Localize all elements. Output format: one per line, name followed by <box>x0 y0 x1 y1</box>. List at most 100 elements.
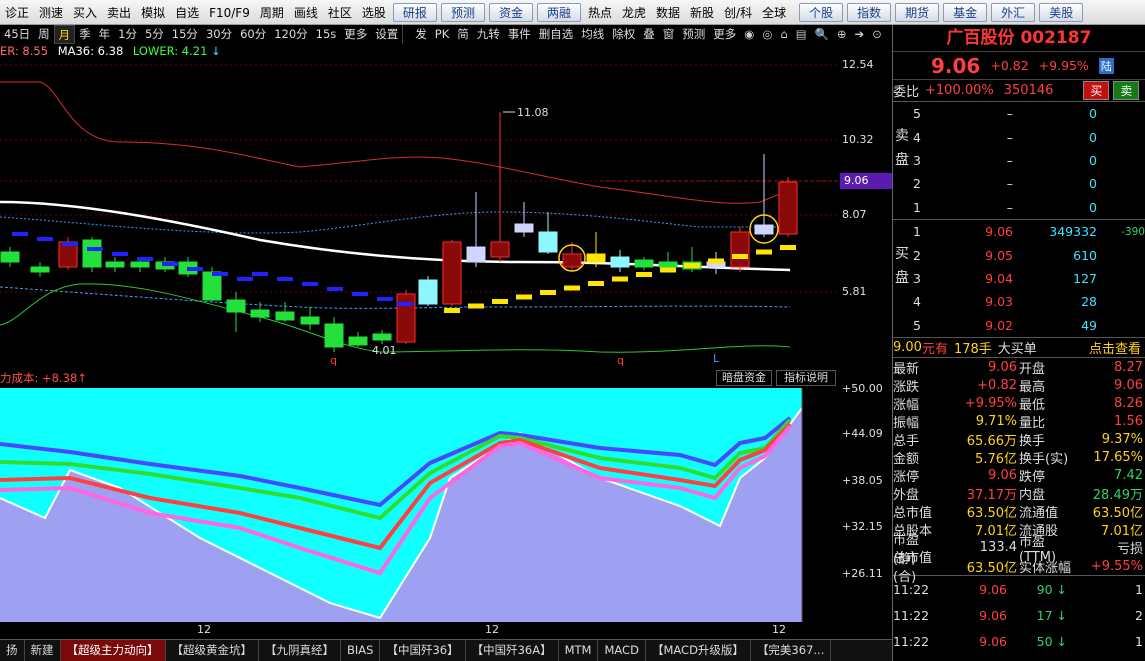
chart-tool[interactable]: 窗 <box>659 25 679 44</box>
indicator-tab[interactable]: 新建 <box>25 640 61 661</box>
menu-item[interactable]: 周期 <box>255 0 289 25</box>
menu-item[interactable]: 模拟 <box>136 0 170 25</box>
indicator-tab[interactable]: 【完美367... <box>751 640 832 661</box>
period-tab[interactable]: 设置 <box>371 25 402 44</box>
menu-item[interactable]: 新股 <box>685 0 719 25</box>
period-tab[interactable]: 1分 <box>114 25 141 44</box>
support-marker <box>327 287 343 291</box>
sell-button[interactable]: 卖 <box>1113 81 1140 100</box>
book-price: 9.02 <box>985 317 1013 333</box>
menu-item[interactable]: 热点 <box>583 0 617 25</box>
period-tab[interactable]: 15分 <box>168 25 202 44</box>
dark-pool-button[interactable]: 暗盘资金 <box>716 370 772 386</box>
market-button[interactable]: 指数 <box>847 2 892 22</box>
period-tab[interactable]: 30分 <box>202 25 236 44</box>
indicator-tab[interactable]: 扬 <box>0 640 25 661</box>
period-tab[interactable]: 更多 <box>340 25 371 44</box>
menu-button[interactable]: 研报 <box>392 2 437 22</box>
menu-icon[interactable]: ▤ <box>792 25 811 44</box>
buy-button[interactable]: 买 <box>1083 81 1110 100</box>
menu-button[interactable]: 两融 <box>536 2 581 22</box>
tick-row: 11:22 9.06 17 ↓ 2 <box>893 602 1145 628</box>
indicator-help-button[interactable]: 指标说明 <box>776 370 836 386</box>
candle-body <box>778 181 798 235</box>
chart-tool[interactable]: PK <box>431 25 453 44</box>
indicator-tab[interactable]: MTM <box>559 640 599 661</box>
support-marker <box>377 297 393 301</box>
indicator-tab[interactable]: 【超级主力动向】 <box>60 640 166 661</box>
menu-item[interactable]: 社区 <box>323 0 357 25</box>
support-marker <box>12 232 28 236</box>
close-icon[interactable]: ⊙ <box>868 25 886 44</box>
period-tab[interactable]: 年 <box>95 25 115 44</box>
candle-body <box>105 261 125 268</box>
book-side-label: 买盘 <box>895 242 909 290</box>
chart-tool[interactable]: 事件 <box>504 25 535 44</box>
plus-icon[interactable]: ⊕ <box>833 25 851 44</box>
chart-tool[interactable]: 均线 <box>577 25 608 44</box>
chart-tool[interactable]: 删自选 <box>535 25 578 44</box>
menu-item[interactable]: 买入 <box>68 0 102 25</box>
indicator-tab[interactable]: 【MACD升级版】 <box>646 640 751 661</box>
indicator-tab[interactable]: BIAS <box>341 640 381 661</box>
menu-button[interactable]: 资金 <box>488 2 533 22</box>
chart-tool[interactable]: 预测 <box>678 25 709 44</box>
menu-item[interactable]: 诊正 <box>0 0 34 25</box>
menu-item[interactable]: 数据 <box>651 0 685 25</box>
market-button[interactable]: 期货 <box>895 2 940 22</box>
search-icon[interactable]: 🔍 <box>811 25 833 44</box>
book-side-char: 盘 <box>895 152 909 168</box>
home-icon[interactable]: ⌂ <box>776 25 791 44</box>
tick-row: 11:22 9.06 50 ↓ 1 <box>893 628 1145 654</box>
period-tab[interactable]: 120分 <box>270 25 311 44</box>
indicator-tab[interactable]: MACD <box>598 640 646 661</box>
indicator-tab[interactable]: 【中国歼36】 <box>380 640 466 661</box>
period-tab[interactable]: 60分 <box>236 25 270 44</box>
menu-item[interactable]: 测速 <box>34 0 68 25</box>
market-button[interactable]: 个股 <box>799 2 844 22</box>
period-tab[interactable]: 季 <box>75 25 95 44</box>
indicator-legend: 力成本: +8.38↑ <box>0 371 87 385</box>
eye-icon[interactable]: ◎ <box>758 25 776 44</box>
menu-button[interactable]: 预测 <box>440 2 485 22</box>
market-button[interactable]: 美股 <box>1039 2 1084 22</box>
chart-tool[interactable]: 九转 <box>473 25 504 44</box>
menu-item[interactable]: 选股 <box>357 0 391 25</box>
menu-item[interactable]: 全球 <box>757 0 791 25</box>
price-change: +0.82 <box>990 58 1029 73</box>
chart-tool[interactable]: 叠 <box>639 25 659 44</box>
menu-item[interactable]: 龙虎 <box>617 0 651 25</box>
indicator-tab[interactable]: 【中国歼36A】 <box>466 640 559 661</box>
menu-item[interactable]: 卖出 <box>102 0 136 25</box>
period-tab[interactable]: 45日 <box>0 25 34 44</box>
tick-qty: 17 ↓ <box>1036 607 1067 623</box>
chart-tool[interactable]: 发 <box>411 25 431 44</box>
menu-item[interactable]: 画线 <box>289 0 323 25</box>
view-details-link[interactable]: 点击查看 <box>1089 338 1141 357</box>
period-tab[interactable]: 15s <box>312 25 341 44</box>
indicator-tab[interactable]: 【超级黄金坑】 <box>166 640 259 661</box>
chart-tool[interactable]: 除权 <box>608 25 639 44</box>
arrow-icon[interactable]: ➔ <box>851 25 869 44</box>
stat-value: +9.55% <box>1090 558 1143 574</box>
yellow-marker <box>756 249 772 255</box>
menu-item[interactable]: 自选 <box>170 0 204 25</box>
menu-item[interactable]: F10/F9 <box>204 0 255 25</box>
period-tab[interactable]: 5分 <box>141 25 168 44</box>
market-button[interactable]: 外汇 <box>991 2 1036 22</box>
tick-time: 11:22 <box>893 633 930 649</box>
legend-lower: LOWER: 4.21 <box>132 44 208 58</box>
candle-body <box>730 231 750 268</box>
menu-item[interactable]: 创/科 <box>719 0 757 25</box>
zoom-icon[interactable]: ◉ <box>740 25 758 44</box>
chart-tool[interactable]: 更多 <box>709 25 740 44</box>
stat-value: 37.17万 <box>966 488 1017 504</box>
indicator-tab[interactable]: 【九阴真经】 <box>259 640 341 661</box>
chart-tool[interactable]: 简 <box>453 25 473 44</box>
market-button[interactable]: 基金 <box>943 2 988 22</box>
candle-body <box>538 231 558 253</box>
bid-book: 买盘 1 9.06 349332 -390 2 9.05 610 3 9.04 127 4 9.03 28… <box>893 220 1145 338</box>
period-tab[interactable]: 月 <box>53 25 76 44</box>
period-tab[interactable]: 周 <box>34 25 54 44</box>
stat-value: 65.66万 <box>966 433 1017 449</box>
